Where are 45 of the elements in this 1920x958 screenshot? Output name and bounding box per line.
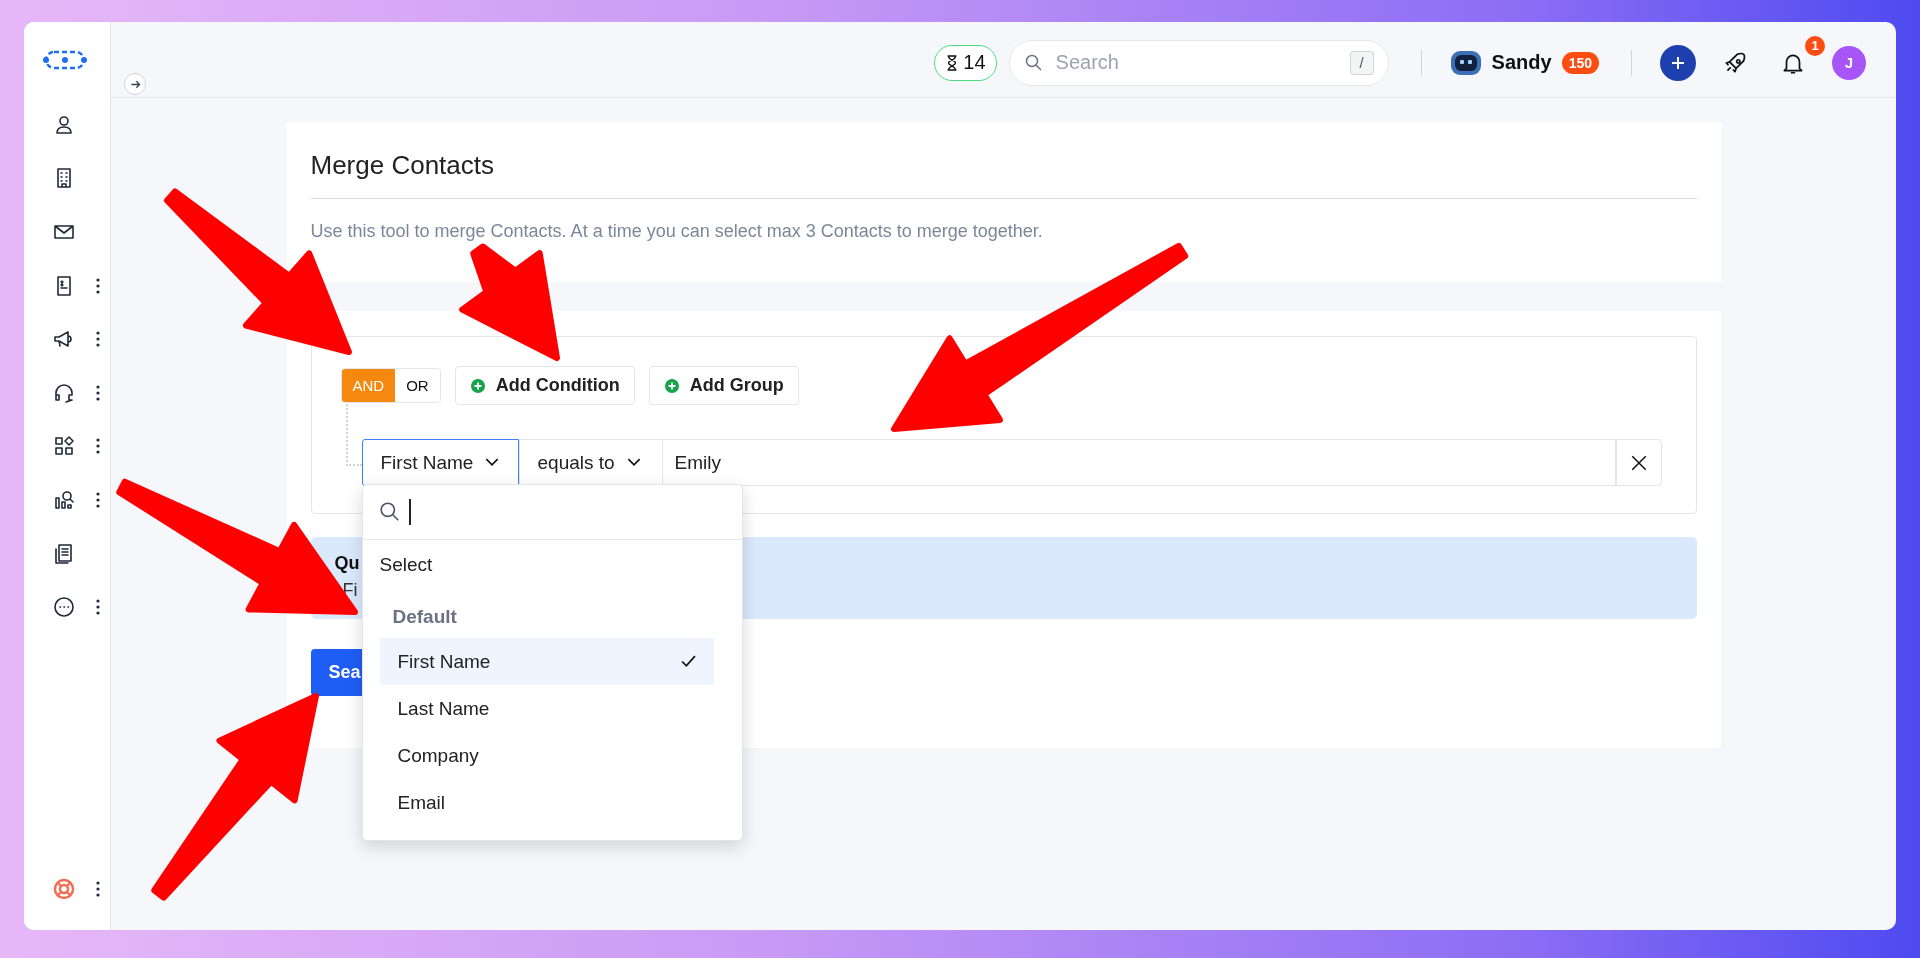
dropdown-option[interactable]: Email [379,779,714,826]
search-input[interactable]: Search [1053,50,1340,75]
dropdown-option[interactable]: Last Name [379,685,714,732]
dropdown-option[interactable]: Company [379,732,714,779]
user-name: Sandy [1491,51,1552,74]
search-field[interactable]: Search / [1008,39,1389,86]
chevron-down-icon [485,458,500,467]
remove-button[interactable] [1615,439,1662,486]
add-button[interactable] [1660,44,1696,81]
more-icon[interactable] [96,599,100,616]
page-description: Use this tool to merge Contacts. At a time you can select max 3 Contacts to merge together. [310,221,1044,242]
add-button[interactable]: Add Group [648,366,799,405]
close-icon [1629,453,1648,472]
search-icon [1023,52,1044,73]
more-icon[interactable] [96,881,100,898]
shortcut-key: / [1349,50,1374,75]
plus-circle-icon [663,377,680,394]
more-icon[interactable] [96,491,100,508]
check-icon [680,655,696,668]
page-title: Merge Contacts [310,149,496,182]
add-button[interactable]: Add Condition [454,366,635,405]
plus-circle-icon [469,377,486,394]
dropdown-option[interactable]: First Name [379,638,714,685]
points-badge: 150 [1561,51,1599,74]
lifebuoy-icon[interactable] [52,877,76,902]
search-icon [378,501,401,523]
more-icon[interactable] [96,331,100,348]
chevron-down-icon [626,458,641,467]
notification-badge: 1 [1805,35,1825,56]
more-icon[interactable] [96,384,100,401]
option-group-label: Default [391,605,458,629]
more-icon[interactable] [96,277,100,294]
user-avatar[interactable]: J [1832,45,1866,80]
plus-icon [1670,54,1686,71]
field-select[interactable]: First Name [361,439,519,486]
robot-avatar-icon[interactable] [1449,49,1482,76]
logo-icon[interactable] [42,49,88,71]
dropdown-option[interactable]: Select [362,540,742,588]
expand-button[interactable] [124,73,146,95]
timer-button[interactable]: 14 [934,44,997,81]
more-icon[interactable] [96,438,100,455]
query-title: Qu [334,553,360,574]
operator-select[interactable]: equals to [518,439,663,486]
value-field[interactable]: Emily [662,439,1616,486]
nav-icon[interactable] [52,595,76,620]
